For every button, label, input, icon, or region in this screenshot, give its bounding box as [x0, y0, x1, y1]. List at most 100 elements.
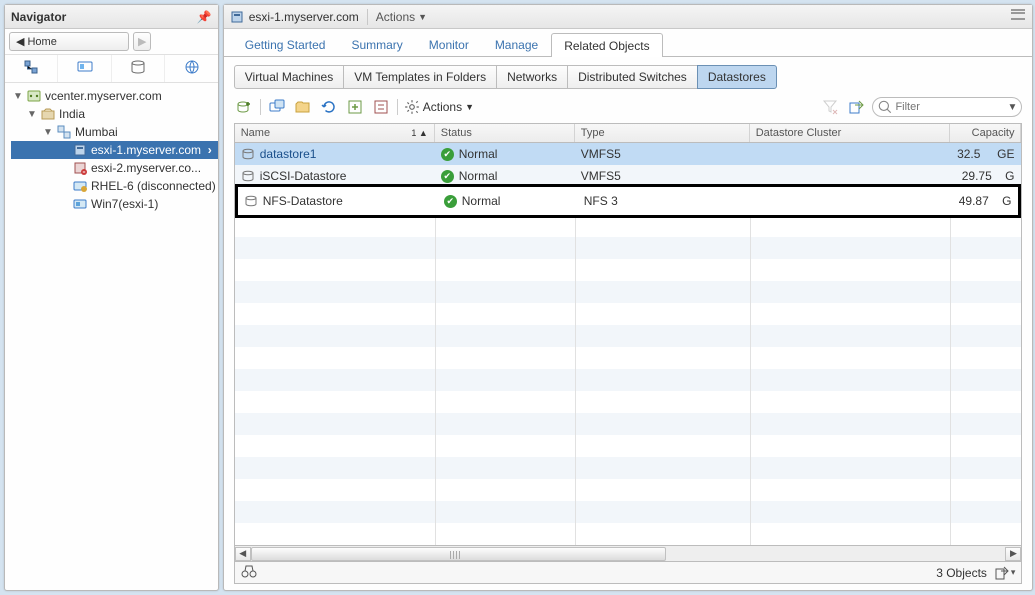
tab-storage-view[interactable] — [112, 55, 165, 82]
tab-monitor[interactable]: Monitor — [416, 32, 482, 56]
tree-host-2-label: esxi-2.myserver.co... — [91, 161, 201, 175]
tree-vcenter[interactable]: ▼ vcenter.myserver.com — [11, 87, 218, 105]
toggle-panel-icon[interactable] — [1010, 9, 1026, 24]
col-capacity[interactable]: Capacity — [950, 124, 1022, 142]
subtab-vms[interactable]: Virtual Machines — [234, 65, 345, 89]
tree-host-2[interactable]: esxi-2.myserver.co... — [11, 159, 218, 177]
new-datastore-button[interactable] — [234, 97, 254, 117]
top-tabs: Getting Started Summary Monitor Manage R… — [224, 29, 1033, 57]
export-button[interactable] — [846, 97, 866, 117]
object-count: 3 Objects — [936, 566, 987, 580]
inventory-tree: ▼ vcenter.myserver.com ▼ India ▼ Mumbai … — [5, 83, 218, 217]
breadcrumb: ◀ Home ▶ — [5, 29, 218, 55]
actions-menu[interactable]: Actions ▼ — [376, 10, 427, 24]
tree-host-1-label: esxi-1.myserver.com — [91, 143, 201, 157]
subtab-templates[interactable]: VM Templates in Folders — [343, 65, 497, 89]
capacity-value: 49.87 — [959, 194, 989, 208]
host-tree-icon — [23, 59, 39, 75]
sub-tabs: Virtual Machines VM Templates in Folders… — [234, 65, 1023, 89]
tree-cluster[interactable]: ▼ Mumbai — [11, 123, 218, 141]
col-status[interactable]: Status — [435, 124, 575, 142]
tree-vm-rhel[interactable]: RHEL-6 (disconnected) — [11, 177, 218, 195]
tab-vms-view[interactable] — [58, 55, 111, 82]
main-title-label: esxi-1.myserver.com — [249, 10, 359, 24]
browse-button[interactable] — [293, 97, 313, 117]
find-icon[interactable] — [241, 564, 257, 581]
subtab-networks[interactable]: Networks — [496, 65, 568, 89]
status-ok-icon: ✔ — [441, 170, 454, 183]
type-label: NFS 3 — [584, 194, 618, 208]
status-ok-icon: ✔ — [444, 195, 457, 208]
caret-icon: ▼ — [27, 109, 37, 120]
main-header: esxi-1.myserver.com Actions ▼ — [224, 5, 1033, 29]
subtab-datastores[interactable]: Datastores — [697, 65, 777, 89]
tree-datacenter[interactable]: ▼ India — [11, 105, 218, 123]
vm-disconnected-icon — [73, 179, 87, 193]
breadcrumb-forward[interactable]: ▶ — [133, 32, 151, 51]
scroll-thumb[interactable] — [251, 547, 666, 561]
type-label: VMFS5 — [581, 147, 621, 161]
tab-network-view[interactable] — [165, 55, 217, 82]
table-row[interactable]: datastore1 ✔Normal VMFS5 32.5 GE — [235, 143, 1022, 165]
scroll-left-arrow[interactable]: ◀ — [235, 547, 251, 561]
toolbar-actions-label: Actions — [423, 100, 462, 114]
breadcrumb-back[interactable]: ◀ Home — [9, 32, 129, 51]
gear-icon — [404, 99, 420, 115]
navigator-view-tabs — [5, 55, 218, 83]
chevron-down-icon: ▼ — [465, 102, 474, 112]
main-panel: esxi-1.myserver.com Actions ▼ Getting St… — [223, 4, 1034, 591]
tree-host-1[interactable]: esxi-1.myserver.com › — [11, 141, 218, 159]
tab-related-objects[interactable]: Related Objects — [551, 33, 662, 57]
type-label: VMFS5 — [581, 169, 621, 183]
grid-footer: 3 Objects ▾ — [235, 561, 1022, 583]
tree-vm-win7[interactable]: Win7(esxi-1) — [11, 195, 218, 213]
grid-header: Name1 ▲ Status Type Datastore Cluster Ca… — [235, 124, 1022, 143]
capacity-unit: GE — [997, 147, 1014, 161]
clear-filter-button[interactable] — [820, 97, 840, 117]
tree-datacenter-label: India — [59, 107, 85, 121]
manage-button[interactable] — [371, 97, 391, 117]
chevron-right-icon: ▶ — [138, 35, 146, 48]
tree-vm-rhel-label: RHEL-6 (disconnected) — [91, 179, 216, 193]
increase-button[interactable] — [345, 97, 365, 117]
datastore-name: datastore1 — [260, 147, 317, 161]
col-cluster[interactable]: Datastore Cluster — [750, 124, 950, 142]
toolbar-actions-menu[interactable]: Actions ▼ — [404, 99, 474, 115]
tab-summary[interactable]: Summary — [338, 32, 415, 56]
datastores-grid: Name1 ▲ Status Type Datastore Cluster Ca… — [234, 123, 1023, 584]
tree-vm-win7-label: Win7(esxi-1) — [91, 197, 158, 211]
table-row-highlighted[interactable]: NFS-Datastore ✔Normal NFS 3 49.87 G — [235, 184, 1022, 218]
navigator-title: Navigator — [11, 10, 66, 24]
scroll-right-arrow[interactable]: ▶ — [1005, 547, 1021, 561]
status-label: Normal — [459, 169, 498, 183]
tab-manage[interactable]: Manage — [482, 32, 551, 56]
vm-view-icon — [77, 59, 93, 75]
tab-getting-started[interactable]: Getting Started — [232, 32, 339, 56]
host-error-icon — [73, 161, 87, 175]
scroll-track[interactable] — [251, 547, 1006, 561]
filter-input[interactable] — [872, 97, 1022, 117]
grid-body: datastore1 ✔Normal VMFS5 32.5 GE iSCSI-D… — [235, 143, 1022, 545]
col-type[interactable]: Type — [575, 124, 750, 142]
cluster-icon — [57, 125, 71, 139]
separator — [260, 99, 261, 115]
tab-hosts-view[interactable] — [5, 55, 58, 82]
refresh-button[interactable] — [319, 97, 339, 117]
horizontal-scrollbar[interactable]: ◀ ▶ — [235, 545, 1022, 561]
col-name[interactable]: Name1 ▲ — [235, 124, 435, 142]
vm-icon — [73, 197, 87, 211]
navigator-header: Navigator 📌 — [5, 5, 218, 29]
tree-cluster-label: Mumbai — [75, 125, 118, 139]
footer-export-button[interactable]: ▾ — [995, 566, 1016, 580]
separator — [367, 9, 368, 25]
chevron-down-icon[interactable]: ▼ — [1008, 102, 1018, 113]
register-vm-button[interactable] — [267, 97, 287, 117]
chevron-right-icon: › — [208, 143, 212, 157]
subtab-dswitches[interactable]: Distributed Switches — [567, 65, 698, 89]
datastore-name: iSCSI-Datastore — [260, 169, 347, 183]
sort-indicator: 1 ▲ — [411, 128, 427, 138]
host-icon — [230, 10, 244, 24]
pin-icon[interactable]: 📌 — [197, 10, 212, 24]
storage-view-icon — [130, 59, 146, 75]
capacity-unit: G — [1005, 169, 1014, 183]
